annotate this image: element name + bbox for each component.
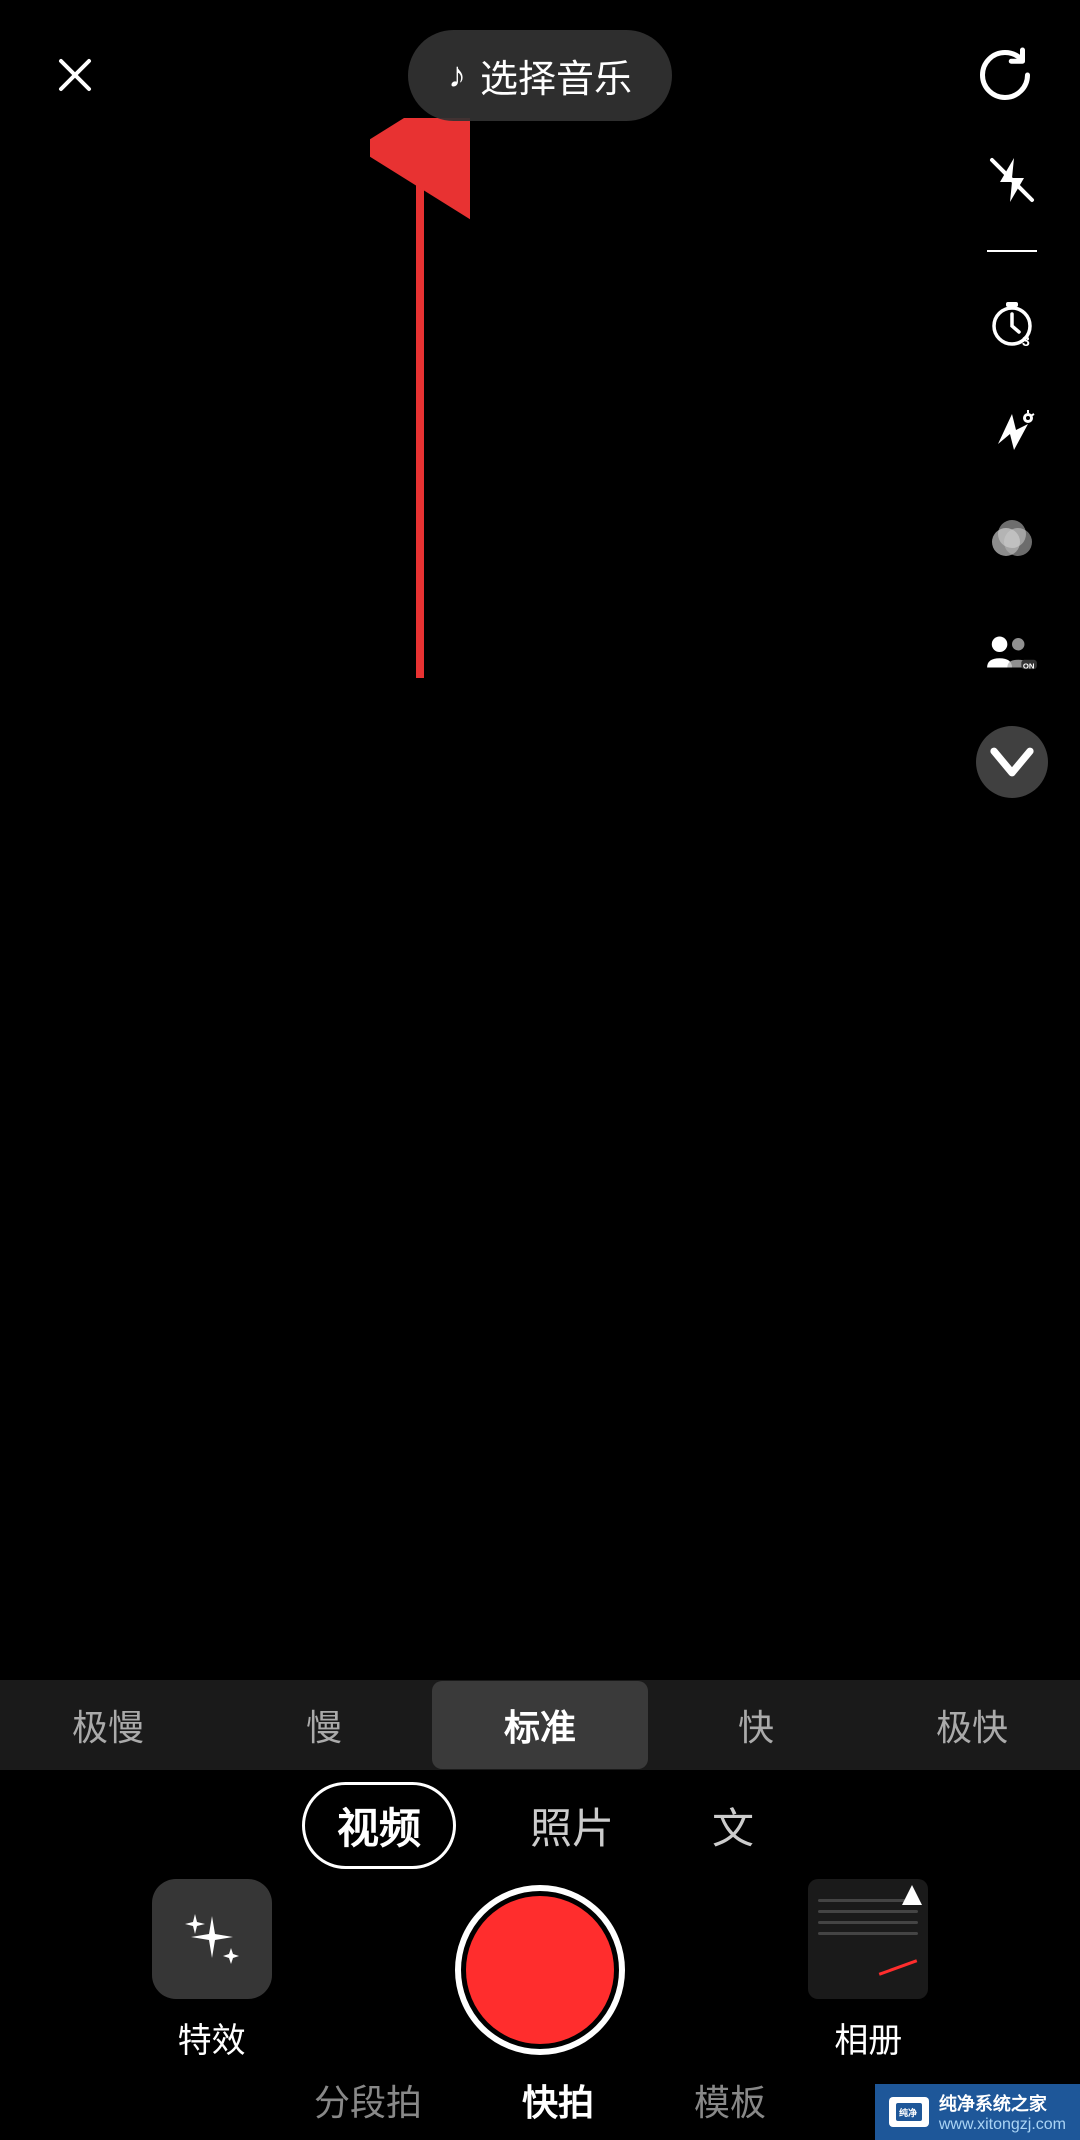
top-bar: ♪ 选择音乐 <box>0 0 1080 120</box>
nav-item-segment[interactable]: 分段拍 <box>314 2074 422 2126</box>
album-label: 相册 <box>834 2013 902 2062</box>
music-icon: ♪ <box>448 54 466 96</box>
red-arrow <box>370 118 470 698</box>
watermark: 纯净 纯净系统之家 www.xitongzj.com <box>875 2084 1080 2140</box>
nav-item-template[interactable]: 模板 <box>694 2074 766 2126</box>
select-music-button[interactable]: ♪ 选择音乐 <box>408 30 672 121</box>
effects-label: 特效 <box>178 2013 246 2062</box>
svg-text:3: 3 <box>1022 333 1030 349</box>
svg-text:纯净: 纯净 <box>899 2107 917 2118</box>
filter-button[interactable] <box>972 502 1052 582</box>
divider <box>987 250 1037 252</box>
capture-mode-tabs: 视频 照片 文 <box>0 1780 1080 1870</box>
refresh-button[interactable] <box>970 40 1040 110</box>
speed-item-man[interactable]: 慢 <box>216 1681 432 1769</box>
sparkle-icon <box>177 1904 247 1974</box>
speed-item-kuai[interactable]: 快 <box>648 1681 864 1769</box>
beauty-button[interactable] <box>972 392 1052 472</box>
effects-button[interactable]: 特效 <box>152 1879 272 2062</box>
album-button[interactable]: 相册 <box>808 1879 928 2062</box>
collab-button[interactable]: ON <box>972 612 1052 692</box>
mode-tab-text[interactable]: 文 <box>688 1785 778 1866</box>
close-button[interactable] <box>40 40 110 110</box>
speed-selector: 极慢 慢 标准 快 极快 <box>0 1680 1080 1770</box>
record-inner-circle <box>466 1896 614 2044</box>
effects-icon-box <box>152 1879 272 1999</box>
nav-item-quickshot[interactable]: 快拍 <box>522 2074 594 2126</box>
svg-text:ON: ON <box>1023 661 1035 670</box>
right-icon-panel: 3 ON <box>972 140 1052 798</box>
expand-button[interactable] <box>976 726 1048 798</box>
record-button[interactable] <box>455 1885 625 2055</box>
speed-item-jikuai[interactable]: 极快 <box>864 1681 1080 1769</box>
flash-off-button[interactable] <box>972 140 1052 220</box>
music-button-label: 选择音乐 <box>480 48 632 103</box>
album-arrow-icon <box>902 1885 922 1905</box>
speed-item-jiman[interactable]: 极慢 <box>0 1681 216 1769</box>
album-thumbnail <box>808 1879 928 1999</box>
bottom-controls: 特效 相册 <box>0 1880 1080 2060</box>
watermark-text: 纯净系统之家 www.xitongzj.com <box>939 2090 1066 2134</box>
mode-tab-video[interactable]: 视频 <box>302 1782 456 1869</box>
camera-viewport <box>0 0 1080 1620</box>
speed-item-standard[interactable]: 标准 <box>432 1681 648 1769</box>
mode-tab-photo[interactable]: 照片 <box>506 1785 638 1866</box>
timer-button[interactable]: 3 <box>972 282 1052 362</box>
watermark-icon: 纯净 <box>889 2097 929 2127</box>
